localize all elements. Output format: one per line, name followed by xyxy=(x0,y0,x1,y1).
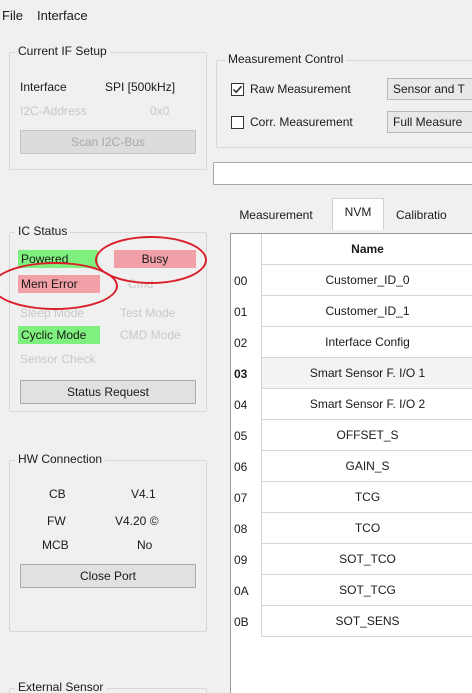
scan-i2c-bus-button[interactable]: Scan I2C-Bus xyxy=(20,130,196,154)
corr-measurement-label[interactable]: Corr. Measurement xyxy=(250,115,353,129)
row-address: 08 xyxy=(231,513,262,544)
table-row[interactable]: 09 SOT_TCO xyxy=(231,544,472,575)
row-address: 0B xyxy=(231,606,262,637)
measurement-control-group xyxy=(216,60,472,148)
row-address: 03 xyxy=(231,358,262,389)
table-row[interactable]: 05 OFFSET_S xyxy=(231,420,472,451)
row-address: 09 xyxy=(231,544,262,575)
raw-measurement-mode-select[interactable]: Sensor and T xyxy=(387,78,472,100)
row-name[interactable]: Smart Sensor F. I/O 1 xyxy=(262,358,472,389)
row-address: 05 xyxy=(231,420,262,451)
sensor-check-indicator: Sensor Check xyxy=(20,352,96,366)
measurement-control-title: Measurement Control xyxy=(225,52,347,66)
mcb-value: No xyxy=(137,538,153,552)
tab-nvm[interactable]: NVM xyxy=(332,198,384,230)
menu-file[interactable]: File xyxy=(2,8,23,23)
row-address: 06 xyxy=(231,451,262,482)
row-address: 00 xyxy=(231,265,262,296)
test-mode-indicator: Test Mode xyxy=(120,306,176,320)
grid-header-row: Name xyxy=(231,234,472,265)
row-address: 01 xyxy=(231,296,262,327)
row-name[interactable]: Smart Sensor F. I/O 2 xyxy=(262,389,472,420)
row-name[interactable]: Customer_ID_0 xyxy=(262,265,472,296)
table-row[interactable]: 01 Customer_ID_1 xyxy=(231,296,472,327)
row-address: 0A xyxy=(231,575,262,606)
table-row[interactable]: 0A SOT_TCG xyxy=(231,575,472,606)
mcb-label: MCB xyxy=(42,538,69,552)
row-name[interactable]: SOT_TCG xyxy=(262,575,472,606)
name-column-header[interactable]: Name xyxy=(262,234,472,265)
ic-status-title: IC Status xyxy=(15,224,71,238)
menu-bar: File Interface xyxy=(0,0,472,26)
i2c-address-value: 0x0 xyxy=(150,104,170,118)
fw-value: V4.20 © xyxy=(115,514,159,528)
row-name[interactable]: TCG xyxy=(262,482,472,513)
tab-measurement[interactable]: Measurement xyxy=(224,202,328,228)
nvm-register-grid: Name 00 Customer_ID_0 01 Customer_ID_1 0… xyxy=(230,233,472,693)
raw-measurement-label[interactable]: Raw Measurement xyxy=(250,82,351,96)
cb-label: CB xyxy=(49,487,66,501)
row-name[interactable]: Customer_ID_1 xyxy=(262,296,472,327)
current-if-setup-title: Current IF Setup xyxy=(15,44,110,58)
hw-connection-group xyxy=(9,460,207,632)
row-name[interactable]: SOT_TCO xyxy=(262,544,472,575)
close-port-button[interactable]: Close Port xyxy=(20,564,196,588)
tab-calibration[interactable]: Calibratio xyxy=(396,202,472,228)
interface-value: SPI [500kHz] xyxy=(105,80,176,94)
powered-indicator: Powered xyxy=(18,250,98,268)
row-name[interactable]: SOT_SENS xyxy=(262,606,472,637)
row-name[interactable]: OFFSET_S xyxy=(262,420,472,451)
cb-value: V4.1 xyxy=(131,487,156,501)
corr-measurement-checkbox[interactable] xyxy=(231,116,244,129)
row-address: 02 xyxy=(231,327,262,358)
hw-connection-title: HW Connection xyxy=(15,452,106,466)
external-sensor-title: External Sensor xyxy=(15,680,107,693)
busy-indicator: Busy xyxy=(114,250,196,268)
cyclic-mode-indicator: Cyclic Mode xyxy=(18,326,100,344)
table-row-selected[interactable]: 03 Smart Sensor F. I/O 1 xyxy=(231,358,472,389)
table-row[interactable]: 0B SOT_SENS xyxy=(231,606,472,637)
mem-error-indicator: Mem Error xyxy=(18,275,100,293)
table-row[interactable]: 07 TCG xyxy=(231,482,472,513)
sleep-mode-indicator: Sleep Mode xyxy=(20,306,85,320)
row-name[interactable]: TCO xyxy=(262,513,472,544)
row-address: 04 xyxy=(231,389,262,420)
corr-measurement-mode-select[interactable]: Full Measure xyxy=(387,111,472,133)
menu-interface[interactable]: Interface xyxy=(37,8,88,23)
grid-corner-cell xyxy=(231,234,262,265)
cmd-mode-indicator: CMD Mode xyxy=(120,328,181,342)
status-request-button[interactable]: Status Request xyxy=(20,380,196,404)
checkmark-icon xyxy=(232,85,243,94)
row-name[interactable]: GAIN_S xyxy=(262,451,472,482)
table-row[interactable]: 00 Customer_ID_0 xyxy=(231,265,472,296)
table-row[interactable]: 04 Smart Sensor F. I/O 2 xyxy=(231,389,472,420)
table-row[interactable]: 02 Interface Config xyxy=(231,327,472,358)
table-row[interactable]: 08 TCO xyxy=(231,513,472,544)
i2c-address-label: I2C-Address xyxy=(20,104,87,118)
row-address: 07 xyxy=(231,482,262,513)
table-row[interactable]: 06 GAIN_S xyxy=(231,451,472,482)
fw-label: FW xyxy=(47,514,66,528)
row-name[interactable]: Interface Config xyxy=(262,327,472,358)
interface-label: Interface xyxy=(20,80,67,94)
cmd-status-label: Cmd xyxy=(128,277,154,291)
status-text-field[interactable] xyxy=(213,162,472,185)
raw-measurement-checkbox[interactable] xyxy=(231,83,244,96)
